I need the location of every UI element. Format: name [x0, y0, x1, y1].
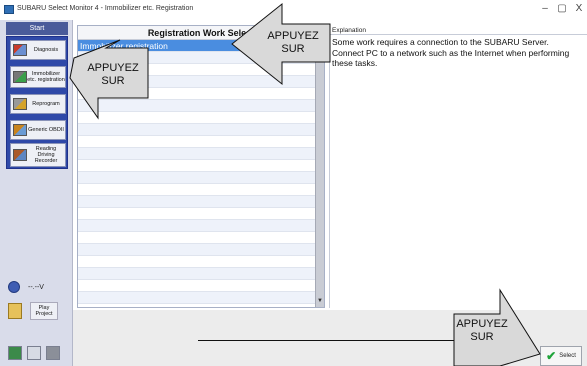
callout-bottom-arrow — [453, 288, 541, 366]
callout-bottom-text: APPUYEZ SUR — [456, 318, 508, 343]
